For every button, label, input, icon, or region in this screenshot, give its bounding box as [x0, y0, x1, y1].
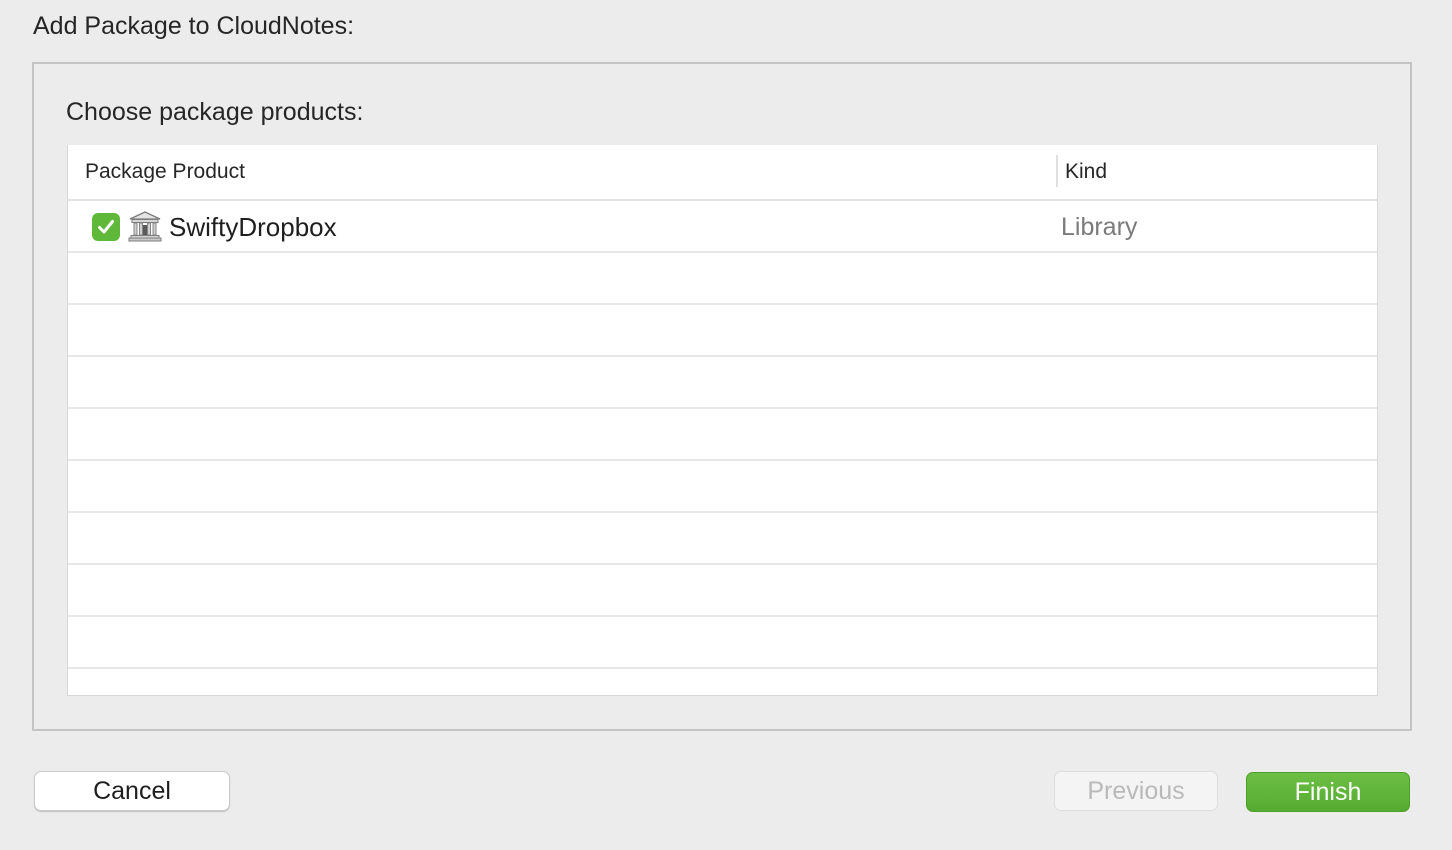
- cancel-button[interactable]: Cancel: [34, 771, 230, 811]
- library-icon: [128, 210, 162, 242]
- column-divider[interactable]: [1056, 155, 1058, 187]
- empty-table-row: [68, 461, 1377, 513]
- empty-table-row: [68, 409, 1377, 461]
- product-checkbox[interactable]: [92, 213, 120, 241]
- table-header: Package Product Kind: [68, 145, 1377, 201]
- package-products-table: Package Product Kind SwiftyDropbox Libra…: [67, 145, 1378, 696]
- empty-table-row: [68, 617, 1377, 669]
- empty-table-row: [68, 305, 1377, 357]
- empty-table-row: [68, 565, 1377, 617]
- column-header-kind[interactable]: Kind: [1065, 160, 1107, 184]
- product-name: SwiftyDropbox: [169, 212, 337, 242]
- empty-table-row: [68, 669, 1377, 695]
- sheet-title: Add Package to CloudNotes:: [33, 12, 355, 40]
- product-kind: Library: [1061, 213, 1138, 241]
- empty-table-row: [68, 357, 1377, 409]
- panel-heading: Choose package products:: [66, 98, 364, 126]
- empty-table-row: [68, 513, 1377, 565]
- column-header-package-product[interactable]: Package Product: [85, 160, 245, 184]
- table-row[interactable]: SwiftyDropbox Library: [68, 201, 1377, 253]
- finish-button[interactable]: Finish: [1246, 772, 1410, 812]
- previous-button[interactable]: Previous: [1054, 771, 1218, 811]
- package-products-panel: Choose package products: Package Product…: [32, 62, 1412, 731]
- add-package-sheet: Add Package to CloudNotes: Choose packag…: [0, 0, 1452, 850]
- checkmark-icon: [98, 220, 114, 234]
- empty-table-row: [68, 253, 1377, 305]
